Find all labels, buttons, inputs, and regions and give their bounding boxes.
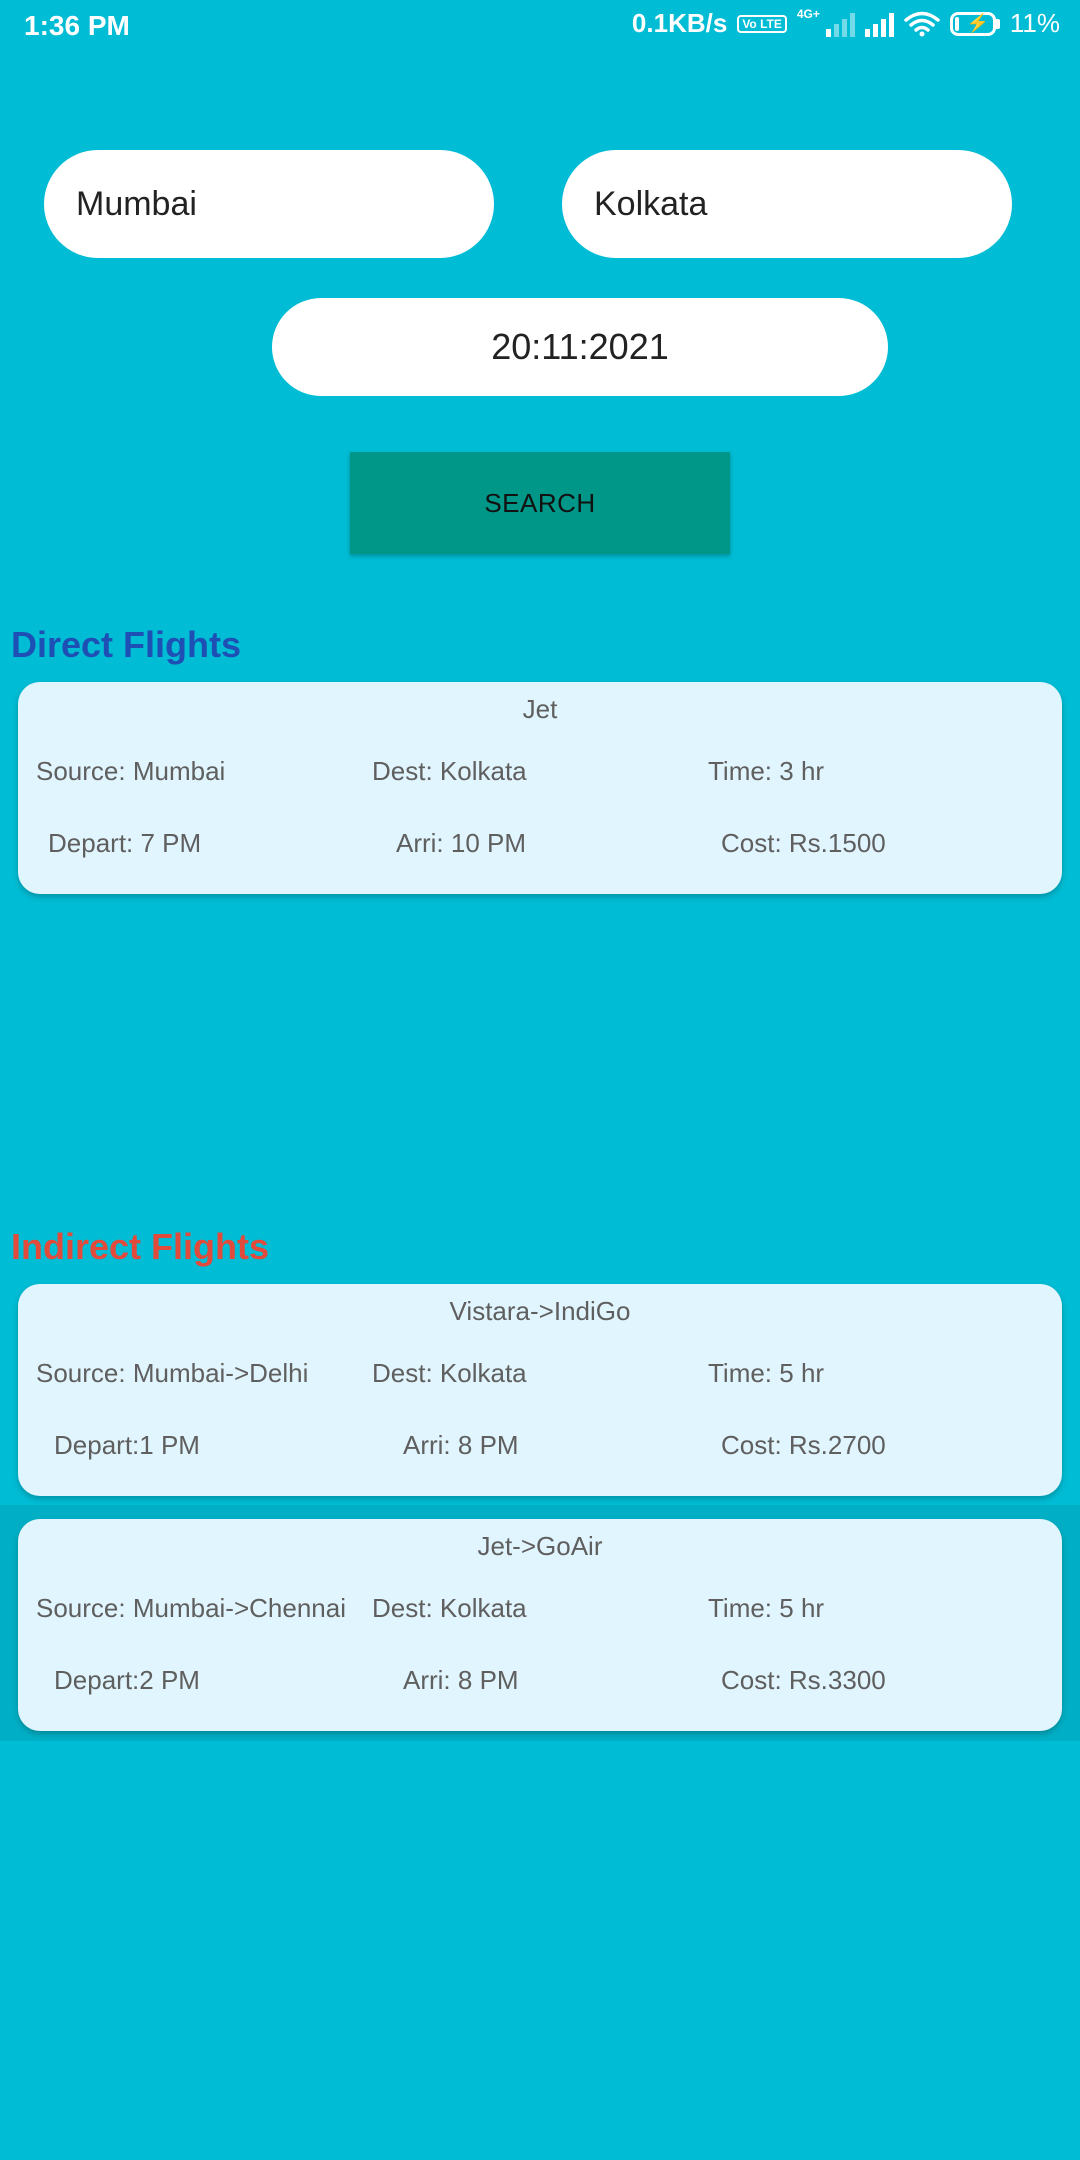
flight-depart: Depart:2 PM [54,1665,200,1695]
flight-depart: Depart:1 PM [54,1430,200,1460]
flight-dest: Dest: Kolkata [372,1358,527,1388]
flight-source: Source: Mumbai->Chennai [36,1593,346,1623]
date-input[interactable] [272,298,888,396]
flight-airline: Jet->GoAir [477,1531,603,1561]
flight-cost: Cost: Rs.1500 [721,828,886,858]
flight-source: Source: Mumbai [36,756,226,786]
flight-depart: Depart: 7 PM [48,828,202,858]
flight-card[interactable]: Jet Source: Mumbai Dest: Kolkata Time: 3… [18,682,1062,894]
signal-icon [864,11,894,37]
flight-cost: Cost: Rs.2700 [721,1430,886,1460]
flight-card[interactable]: Vistara->IndiGo Source: Mumbai->Delhi De… [18,1284,1062,1496]
status-icons: 0.1KB/s Vo LTE 4G+ ⚡ 11% [631,6,1060,39]
flight-time: Time: 5 hr [708,1358,825,1388]
flight-dest: Dest: Kolkata [372,756,527,786]
battery-charging-icon: ⚡ [949,11,1000,36]
flight-time: Time: 3 hr [708,756,825,786]
status-time: 1:36 PM [24,10,130,41]
flight-arrive: Arri: 8 PM [403,1430,519,1460]
signal-icon [825,11,855,37]
battery-level-fill [954,16,959,31]
direct-flights-title: Direct Flights [11,624,242,665]
flight-source: Source: Mumbai->Delhi [36,1358,309,1388]
flight-time: Time: 5 hr [708,1593,825,1623]
flight-airline: Jet [522,694,558,724]
source-input[interactable] [44,150,494,258]
volte-icon: Vo LTE [737,14,787,33]
flight-arrive: Arri: 8 PM [403,1665,519,1695]
status-bar: 1:36 PM 0.1KB/s Vo LTE 4G+ ⚡ 11% [0,0,1080,56]
flight-card[interactable]: Jet->GoAir Source: Mumbai->Chennai Dest:… [18,1519,1062,1731]
network-type-label: 4G+ [796,6,820,21]
flight-airline: Vistara->IndiGo [449,1296,631,1326]
flight-dest: Dest: Kolkata [372,1593,527,1623]
indirect-flights-title: Indirect Flights [11,1226,270,1267]
flight-arrive: Arri: 10 PM [396,828,527,858]
destination-input[interactable] [562,150,1012,258]
search-button[interactable]: SEARCH [350,452,730,554]
wifi-icon [904,11,940,36]
battery-percent: 11% [1009,8,1060,38]
net-speed: 0.1KB/s [631,8,728,38]
flight-cost: Cost: Rs.3300 [721,1665,886,1695]
